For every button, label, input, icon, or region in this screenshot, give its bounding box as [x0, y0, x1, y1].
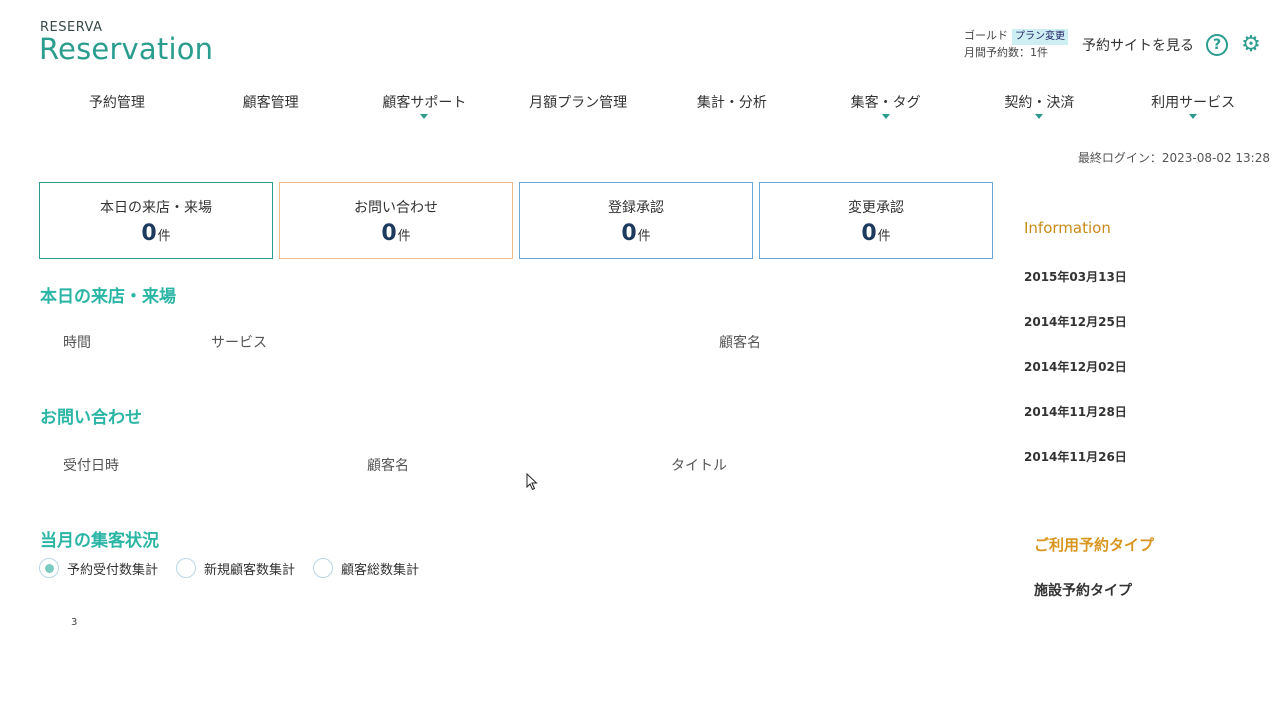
radio-label: 予約受付数集計 — [67, 562, 159, 578]
nav-item-analytics[interactable]: 集計・分析 — [655, 92, 809, 122]
reservation-type-title: ご利用予約タイプ — [1034, 536, 1155, 554]
card-unit: 件 — [877, 229, 891, 244]
col-header-service: サービス — [211, 335, 267, 351]
gear-icon[interactable]: ⚙ — [1240, 33, 1262, 56]
radio-unchecked-icon — [176, 558, 196, 578]
radio-checked-icon — [39, 558, 59, 578]
mouse-cursor-icon — [526, 473, 538, 491]
nav-label: 顧客サポート — [382, 95, 467, 111]
plan-change-button[interactable]: プラン変更 — [1012, 29, 1068, 45]
nav-item-customers[interactable]: 顧客管理 — [194, 92, 348, 122]
nav-label: 月額プラン管理 — [529, 95, 628, 111]
nav-item-support[interactable]: 顧客サポート — [348, 92, 502, 122]
monthly-count: 月間予約数：1件 — [964, 46, 1048, 59]
reservation-type-name: 施設予約タイプ — [1034, 583, 1132, 599]
card-registration-approval[interactable]: 登録承認 0件 — [519, 182, 753, 259]
help-icon[interactable]: ? — [1206, 33, 1228, 56]
header-right: ゴールド プラン変更 月間予約数：1件 予約サイトを見る ? ⚙ — [964, 28, 1262, 61]
chart-tick-label: 3 — [71, 617, 78, 628]
card-change-approval[interactable]: 変更承認 0件 — [759, 182, 993, 259]
information-title: Information — [1024, 219, 1111, 237]
col-header-received: 受付日時 — [63, 458, 119, 474]
card-title: お問い合わせ — [354, 200, 438, 216]
plan-name: ゴールド — [964, 29, 1008, 42]
logo[interactable]: Reservation — [39, 32, 213, 66]
section-title-today: 本日の来店・来場 — [40, 287, 176, 307]
radio-label: 顧客総数集計 — [341, 562, 420, 578]
caret-down-icon — [420, 114, 429, 119]
section-title-monthly: 当月の集客状況 — [40, 531, 159, 551]
card-unit: 件 — [397, 229, 411, 244]
card-value: 0 — [381, 221, 397, 246]
card-title: 変更承認 — [848, 200, 904, 216]
nav-label: 集客・タグ — [850, 95, 921, 111]
nav-item-reservations[interactable]: 予約管理 — [40, 92, 194, 122]
card-unit: 件 — [157, 229, 171, 244]
information-item[interactable]: 2014年12月25日 — [1024, 313, 1127, 330]
main-nav: 予約管理 顧客管理 顧客サポート 月額プラン管理 集計・分析 集客・タグ 契約・… — [40, 92, 1270, 122]
information-item[interactable]: 2014年11月28日 — [1024, 403, 1127, 420]
card-value: 0 — [141, 221, 157, 246]
caret-down-icon — [881, 114, 890, 119]
information-item[interactable]: 2014年12月02日 — [1024, 358, 1127, 375]
radio-reservations-count[interactable]: 予約受付数集計 — [39, 558, 158, 578]
card-title: 登録承認 — [608, 200, 664, 216]
card-today-visits[interactable]: 本日の来店・来場 0件 — [39, 182, 273, 259]
nav-label: 予約管理 — [88, 95, 145, 111]
card-unit: 件 — [637, 229, 651, 244]
nav-label: 集計・分析 — [696, 95, 767, 111]
nav-label: 契約・決済 — [1004, 95, 1075, 111]
col-header-customer: 顧客名 — [719, 335, 761, 351]
plan-info: ゴールド プラン変更 月間予約数：1件 — [964, 28, 1068, 61]
caret-down-icon — [1035, 114, 1044, 119]
radio-label: 新規顧客数集計 — [204, 562, 296, 578]
col-header-title: タイトル — [671, 458, 727, 474]
information-item[interactable]: 2015年03月13日 — [1024, 268, 1127, 285]
col-header-time: 時間 — [63, 335, 91, 351]
nav-item-services[interactable]: 利用サービス — [1116, 92, 1270, 122]
view-site-link[interactable]: 予約サイトを見る — [1082, 35, 1194, 55]
nav-item-contract[interactable]: 契約・決済 — [963, 92, 1117, 122]
information-item[interactable]: 2014年11月26日 — [1024, 448, 1127, 465]
card-value: 0 — [621, 221, 637, 246]
nav-label: 利用サービス — [1151, 95, 1236, 111]
section-title-inquiry: お問い合わせ — [40, 408, 142, 428]
radio-new-customers[interactable]: 新規顧客数集計 — [176, 558, 295, 578]
card-inquiries[interactable]: お問い合わせ 0件 — [279, 182, 513, 259]
radio-unchecked-icon — [313, 558, 333, 578]
nav-item-monthly-plan[interactable]: 月額プラン管理 — [501, 92, 655, 122]
card-value: 0 — [861, 221, 877, 246]
radio-total-customers[interactable]: 顧客総数集計 — [313, 558, 419, 578]
card-title: 本日の来店・来場 — [100, 200, 212, 216]
caret-down-icon — [1189, 114, 1198, 119]
nav-item-marketing[interactable]: 集客・タグ — [809, 92, 963, 122]
nav-label: 顧客管理 — [242, 95, 299, 111]
col-header-customer: 顧客名 — [367, 458, 409, 474]
last-login: 最終ログイン：2023-08-02 13:28 — [1077, 151, 1270, 165]
